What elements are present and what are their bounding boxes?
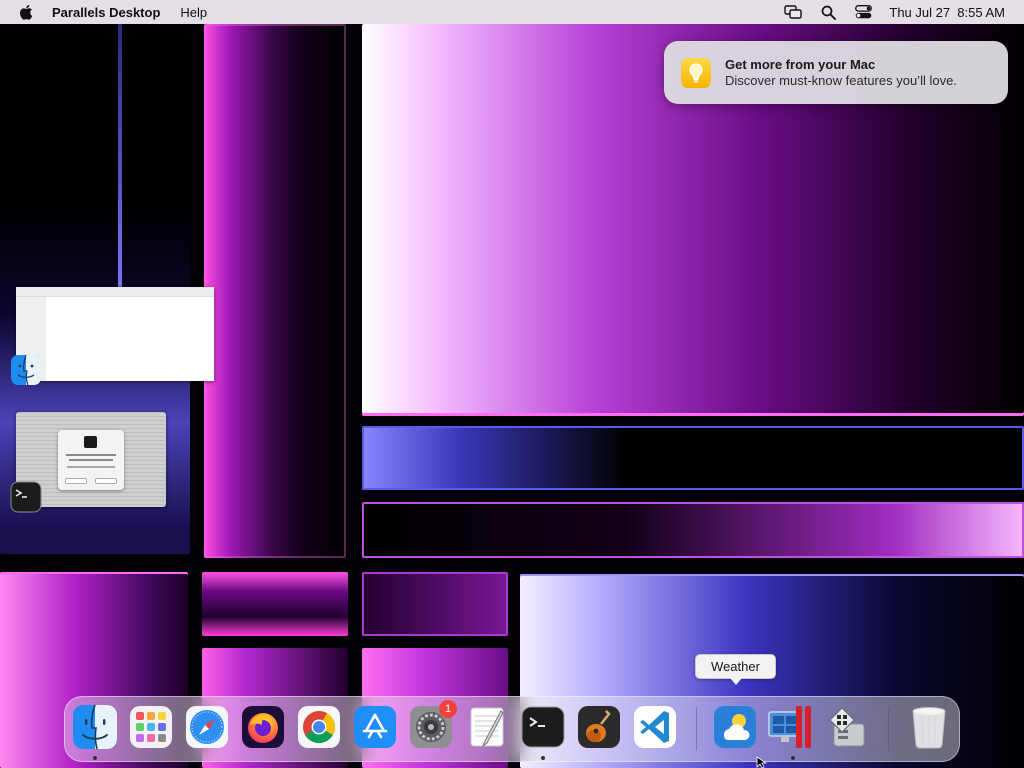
dock-item-parallels-desktop[interactable] [768,704,814,750]
terminal-icon[interactable] [10,481,42,513]
running-indicator [541,756,545,760]
notification-text: Get more from your Mac Discover must-kno… [725,57,957,89]
dock: 1 [64,696,960,762]
launchpad-icon [130,706,172,748]
dock-item-textedit[interactable] [464,704,510,750]
menu-app-name[interactable]: Parallels Desktop [52,5,160,20]
dock-item-terminal[interactable] [520,704,566,750]
dock-item-chrome[interactable] [296,704,342,750]
terminal-icon [84,436,97,448]
minimized-window-finder[interactable] [16,287,214,381]
dock-item-weather[interactable] [712,704,758,750]
finder-icon[interactable] [10,354,42,386]
notification-body: Discover must-know features you’ll love. [725,72,957,88]
search-icon[interactable] [819,4,837,20]
dock-item-app-store[interactable] [352,704,398,750]
dock-item-finder[interactable] [72,704,118,750]
bootcamp-icon [829,707,865,747]
menu-bar-clock[interactable]: Thu Jul 27 8:55 AM [889,5,1005,20]
dialog-text-line [67,466,115,468]
notification-badge: 1 [439,700,457,718]
dock-item-trash[interactable] [906,704,952,750]
safari-icon [186,706,228,748]
window-dialog [58,430,124,490]
textedit-icon [470,707,504,748]
window-content [46,297,214,381]
running-indicator [791,756,795,760]
dock-item-system-settings[interactable]: 1 [408,700,457,750]
app-store-icon [354,706,396,748]
dock-item-launchpad[interactable] [128,704,174,750]
vscode-icon [634,706,676,748]
menu-bar: Parallels Desktop Help Thu Jul 27 8:55 A… [0,0,1024,24]
finder-icon [73,704,117,750]
parallels-icon [768,706,811,748]
chrome-icon [298,706,340,748]
dock-separator [696,707,697,751]
mouse-cursor-icon [756,756,768,768]
dock-item-bootcamp[interactable] [824,704,870,750]
apple-icon[interactable] [18,3,36,21]
garageband-icon [578,706,620,748]
dock-item-firefox[interactable] [240,704,286,750]
menu-bar-status-area: Thu Jul 27 8:55 AM [784,0,1024,24]
menu-help[interactable]: Help [180,5,207,20]
lightbulb-icon [681,57,711,88]
notification-banner[interactable]: Get more from your Mac Discover must-kno… [664,41,1008,104]
window-titlebar [16,287,214,297]
firefox-icon [242,706,284,748]
running-indicator [93,756,97,760]
dialog-text-line [69,459,113,461]
wallpaper-panel [362,572,508,636]
dialog-button [95,478,117,484]
wallpaper-panel [204,24,346,558]
wallpaper-panel [362,502,1024,558]
dock-item-vscode[interactable] [632,704,678,750]
dock-item-garageband[interactable] [576,704,622,750]
dock-item-safari[interactable] [184,704,230,750]
dock-tooltip: Weather [695,654,776,685]
control-center-icon[interactable] [854,4,872,20]
wallpaper-panel [362,426,1024,490]
dialog-button [65,478,87,484]
weather-icon [714,706,756,748]
dialog-text-line [66,454,116,456]
screen-mirroring-icon[interactable] [784,4,803,20]
terminal-icon [521,706,565,748]
wallpaper-panel [202,572,348,636]
dock-separator [888,707,889,751]
trash-icon [912,707,946,749]
desktop-wallpaper [0,0,1024,768]
wallpaper-panel [118,24,122,304]
notification-title: Get more from your Mac [725,56,876,72]
